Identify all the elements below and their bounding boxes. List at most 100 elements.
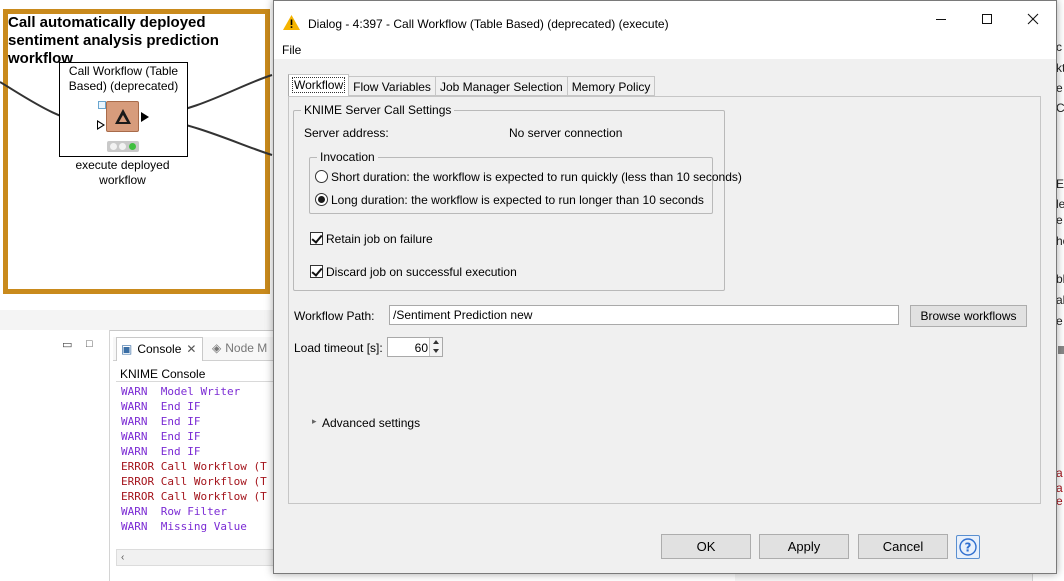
right-panel-text: e — [1056, 314, 1063, 328]
console-footer — [116, 568, 276, 581]
console-line-level: WARN — [121, 415, 148, 428]
retain-job-checkbox[interactable] — [310, 232, 323, 245]
ok-button[interactable]: OK — [661, 534, 751, 559]
tab-node-monitor-label: Node M — [225, 341, 268, 355]
workflow-tab-content: KNIME Server Call Settings Server addres… — [288, 96, 1041, 504]
console-line: WARN Missing Value — [121, 519, 267, 534]
console-line-text: Missing Value — [154, 520, 247, 533]
console-line-level: ERROR — [121, 475, 155, 488]
tab-workflow[interactable]: Workflow — [288, 74, 350, 96]
console-line: ERROR Call Workflow (T — [121, 474, 267, 489]
console-line-level: WARN — [121, 445, 148, 458]
spinner-down-icon[interactable] — [433, 349, 439, 353]
right-panel-text: e — [1056, 213, 1063, 227]
workflow-path-input[interactable]: /Sentiment Prediction new — [389, 305, 899, 325]
console-line-level: ERROR — [121, 460, 155, 473]
console-line-text: End IF — [154, 415, 201, 428]
left-view-panel — [0, 330, 110, 581]
apply-button[interactable]: Apply — [759, 534, 849, 559]
right-panel-text: e — [1056, 494, 1063, 508]
console-line-level: WARN — [121, 505, 148, 518]
server-address-value: No server connection — [509, 126, 623, 140]
workflow-path-label: Workflow Path: — [294, 309, 375, 323]
right-panel-text: C — [1056, 101, 1064, 115]
load-timeout-spinner[interactable]: 60 — [387, 337, 443, 357]
console-line: WARN Model Writer — [121, 384, 267, 399]
long-duration-label[interactable]: Long duration: the workflow is expected … — [331, 193, 704, 207]
right-panel-text: a — [1056, 481, 1063, 495]
close-icon[interactable]: ✕ — [186, 342, 196, 361]
help-button[interactable]: ? — [956, 535, 980, 559]
minimize-window-button[interactable] — [918, 1, 964, 37]
invocation-legend: Invocation — [317, 150, 378, 164]
console-line: ERROR Call Workflow (T — [121, 459, 267, 474]
short-duration-radio[interactable] — [315, 170, 328, 183]
discard-job-checkbox[interactable] — [310, 265, 323, 278]
status-light-yellow — [119, 143, 127, 150]
advanced-settings-toggle[interactable]: Advanced settings — [322, 416, 420, 430]
right-panel-text: kt — [1056, 61, 1064, 75]
load-timeout-label: Load timeout [s]: — [294, 341, 383, 355]
tab-console-label: Console — [137, 342, 182, 356]
tab-flow-variables[interactable]: Flow Variables — [349, 76, 436, 96]
console-title: KNIME Console — [120, 367, 206, 381]
console-line-text: Call Workflow (T — [160, 475, 267, 488]
server-address-label: Server address: — [304, 126, 389, 140]
menu-file[interactable]: File — [282, 43, 301, 57]
console-line-text: End IF — [154, 445, 201, 458]
console-line-level: WARN — [121, 430, 148, 443]
spinner-arrows[interactable] — [429, 338, 442, 356]
console-line-level: WARN — [121, 385, 148, 398]
maximize-icon[interactable]: □ — [86, 338, 93, 350]
tab-memory-policy-label: Memory Policy — [571, 80, 651, 94]
console-horizontal-scrollbar[interactable]: ‹ — [116, 549, 276, 566]
right-panel-text: bl — [1056, 272, 1064, 286]
right-panel-scroll-thumb[interactable] — [1058, 346, 1064, 354]
tab-node-monitor[interactable]: ◈ Node M — [212, 341, 267, 355]
console-line: WARN End IF — [121, 414, 267, 429]
maximize-window-button[interactable] — [964, 1, 1010, 37]
discard-job-label[interactable]: Discard job on successful execution — [326, 265, 517, 279]
minimize-icon[interactable]: ▭ — [62, 338, 72, 351]
retain-job-label[interactable]: Retain job on failure — [326, 232, 433, 246]
browse-workflows-button[interactable]: Browse workflows — [910, 305, 1027, 327]
console-line: WARN End IF — [121, 444, 267, 459]
short-duration-label[interactable]: Short duration: the workflow is expected… — [331, 170, 742, 184]
node-input-port-inner — [98, 122, 103, 128]
tab-job-manager-label: Job Manager Selection — [439, 80, 563, 94]
tab-memory-policy[interactable]: Memory Policy — [567, 76, 656, 96]
console-line-text: End IF — [154, 430, 201, 443]
console-icon: ▣ — [121, 342, 133, 356]
svg-text:?: ? — [965, 541, 972, 555]
close-window-button[interactable] — [1010, 1, 1056, 37]
server-call-settings-legend: KNIME Server Call Settings — [301, 103, 455, 117]
tab-flow-variables-label: Flow Variables — [353, 80, 431, 94]
tab-job-manager-selection[interactable]: Job Manager Selection — [435, 76, 568, 96]
right-panel-text: e — [1056, 81, 1063, 95]
spinner-up-icon[interactable] — [433, 340, 439, 344]
node-output-port[interactable] — [141, 112, 149, 122]
maximize-icon — [982, 14, 992, 24]
cancel-button[interactable]: Cancel — [858, 534, 948, 559]
console-line-text: Call Workflow (T — [160, 460, 267, 473]
console-output: WARN Model Writer WARN End IF WARN End IF W… — [121, 384, 267, 534]
long-duration-radio[interactable] — [315, 193, 328, 206]
warning-icon — [283, 15, 300, 33]
console-line: WARN Row Filter — [121, 504, 267, 519]
call-workflow-node-icon[interactable] — [106, 101, 139, 132]
console-line-text: End IF — [154, 400, 201, 413]
dialog-menubar — [274, 37, 1056, 59]
tab-console[interactable]: ▣ Console ✕ — [116, 337, 204, 361]
node-dialog-window: Dialog - 4:397 - Call Workflow (Table Ba… — [273, 0, 1057, 574]
scroll-left-icon[interactable]: ‹ — [121, 552, 124, 563]
right-panel-text: le — [1056, 197, 1064, 211]
expand-arrow-icon[interactable]: ▸ — [312, 416, 317, 427]
console-line-level: WARN — [121, 400, 148, 413]
right-panel-text: a — [1056, 466, 1063, 480]
console-divider — [116, 381, 276, 382]
console-line-text: Call Workflow (T — [160, 490, 267, 503]
help-icon: ? — [959, 538, 977, 556]
flow-variable-port[interactable] — [98, 101, 106, 109]
node-status-lights — [107, 141, 139, 152]
node-label: execute deployed workflow — [75, 158, 170, 187]
